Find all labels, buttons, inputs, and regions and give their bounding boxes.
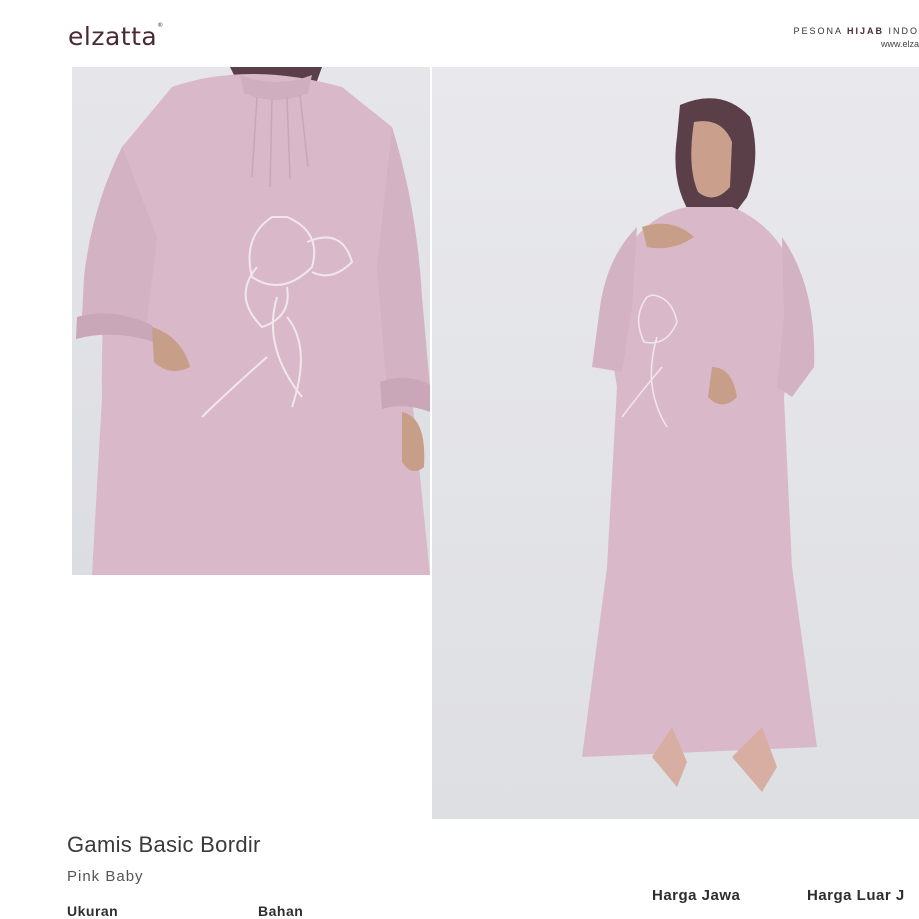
tagline-prefix: PESONA <box>793 26 847 36</box>
size-label: Ukuran <box>67 903 119 919</box>
website-url: www.elza <box>880 39 919 49</box>
trademark-symbol: ® <box>157 22 164 29</box>
tagline-bold: HIJAB <box>846 26 884 36</box>
product-model-photo <box>432 67 919 819</box>
brand-logo-text: elzatta <box>68 22 158 51</box>
price-java-label: Harga Jawa <box>652 887 741 904</box>
brand-logo: elzatta® <box>68 22 164 51</box>
product-color: Pink Baby <box>67 868 144 885</box>
price-outside-java-label: Harga Luar J <box>807 887 905 904</box>
tagline-suffix: INDO <box>883 26 919 36</box>
product-name: Gamis Basic Bordir <box>67 832 261 857</box>
brand-tagline: PESONA HIJAB INDO <box>793 26 919 36</box>
material-label: Bahan <box>258 903 304 919</box>
product-closeup-photo <box>72 67 430 575</box>
